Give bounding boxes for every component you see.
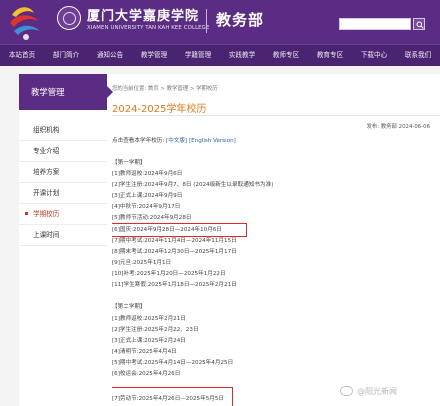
- calendar-intro: 点击查看本学年校历: [中文版] [English Version]: [112, 136, 236, 144]
- calendar-line: [3]正式上课:2025年2月24日: [112, 338, 186, 344]
- calendar-line: [5]期中考试:2025年4月14日—2025年4月25日: [112, 360, 234, 366]
- nav-item-enrollment[interactable]: 学籍管理: [176, 45, 220, 66]
- nav-item-practice[interactable]: 实践教学: [220, 45, 264, 66]
- intro-text: 点击查看本学年校历:: [112, 138, 165, 144]
- calendar-line: [7]期中考试:2024年11月4日—2024年11月15日: [112, 238, 237, 244]
- main-nav: 本站首页 部门简介 通知公告 教学管理 学籍管理 实践教学 教师专区 教育专区 …: [0, 44, 440, 66]
- nav-item-teaching[interactable]: 教学管理: [132, 45, 176, 66]
- calendar-line: [5]教师节活动:2024年9月28日: [112, 215, 192, 221]
- calendar-line-national-day: [6]国庆:2024年9月28日—2024年10月6日: [112, 227, 222, 233]
- chinese-version-link[interactable]: [中文版]: [166, 138, 187, 144]
- nav-item-home[interactable]: 本站首页: [0, 45, 44, 66]
- page-title: 2024-2025学年校历: [112, 104, 207, 115]
- university-name-cn: 厦门大学嘉庚学院: [87, 9, 200, 24]
- calendar-line: [2]学生注册:2024年9月7、8日 (2024级新生以录取通知书为准): [112, 182, 274, 188]
- calendar-line: [9]元旦:2025年1月1日: [112, 260, 172, 266]
- search-icon: [416, 21, 424, 29]
- calendar-line: [11]学生寒假:2025年1月18日—2025年2月21日: [112, 282, 237, 288]
- nav-item-education[interactable]: 教育专区: [308, 45, 352, 66]
- nav-item-downloads[interactable]: 下载中心: [352, 45, 396, 66]
- calendar-line-labor-day: [7]劳动节:2025年4月26日—2025年5月5日: [112, 396, 225, 402]
- nav-item-teachers[interactable]: 教师专区: [264, 45, 308, 66]
- main-content: 您的当前位置: 首页 > 教学管理 > 学期校历 2024-2025学年校历 发…: [112, 74, 440, 406]
- calendar-line: [1]教师返校:2025年2月21日: [112, 316, 186, 322]
- calendar-line: [2]学生注册:2025年2月22、23日: [112, 327, 199, 333]
- calendar-line: [4]清明节:2025年4月4日: [112, 349, 177, 355]
- title-divider: [112, 115, 440, 116]
- english-version-link[interactable]: [English Version]: [189, 138, 236, 144]
- university-seal: [57, 6, 81, 30]
- calendar-line: [6]校运会:2025年4月26日: [112, 371, 181, 377]
- calendar-line: [3]正式上课:2024年9月9日: [112, 193, 183, 199]
- nav-item-about[interactable]: 部门简介: [44, 45, 88, 66]
- sidebar-item-majors[interactable]: 专业介绍: [19, 141, 107, 162]
- sidebar-item-organization[interactable]: 组织机构: [19, 120, 107, 141]
- publish-meta: 发布: 教务部 2024-06-06: [366, 124, 430, 130]
- calendar-line: [4]中秋节:2024年9月17日: [112, 204, 181, 210]
- department-name: 教务部: [216, 11, 265, 29]
- header-divider: [206, 9, 207, 33]
- watermark-text: @阳光新闻: [357, 387, 397, 396]
- sidebar-title: 教学管理: [19, 74, 113, 110]
- sidebar-item-academic-calendar[interactable]: 学期校历: [19, 204, 107, 225]
- calendar-line: [8]期末考试:2024年12月30日—2025年1月17日: [112, 249, 237, 255]
- breadcrumb: 您的当前位置: 首页 > 教学管理 > 学期校历: [112, 86, 218, 92]
- calendar-line: [10]补考:2025年1月20日—2025年1月22日: [112, 271, 226, 277]
- search-input[interactable]: [339, 18, 411, 30]
- search-button[interactable]: [413, 18, 425, 30]
- sidebar-list: 组织机构 专业介绍 培养方案 开课计划 学期校历 上课时间: [19, 110, 107, 246]
- site-header: 厦门大学嘉庚学院 XIAMEN UNIVERSITY TAN KAH KEE C…: [0, 0, 440, 44]
- semester1-heading: 【第一学期】: [112, 160, 146, 166]
- semester2-heading: 【第二学期】: [112, 304, 146, 310]
- college-logo[interactable]: [4, 1, 48, 43]
- content-container: 教学管理 组织机构 专业介绍 培养方案 开课计划 学期校历 上课时间 您的当前位…: [19, 74, 440, 406]
- university-name-en: XIAMEN UNIVERSITY TAN KAH KEE COLLEGE: [87, 25, 210, 31]
- sidebar-item-class-schedule[interactable]: 上课时间: [19, 225, 107, 246]
- watermark-logo: [340, 386, 353, 396]
- nav-item-notices[interactable]: 通知公告: [88, 45, 132, 66]
- sidebar-item-course-plan[interactable]: 开课计划: [19, 183, 107, 204]
- sidebar-item-training-plan[interactable]: 培养方案: [19, 162, 107, 183]
- nav-item-contact[interactable]: 联系我们: [396, 45, 440, 66]
- sidebar: 教学管理 组织机构 专业介绍 培养方案 开课计划 学期校历 上课时间: [19, 74, 113, 406]
- calendar-line: [1]教师返校:2024年9月6日: [112, 171, 183, 177]
